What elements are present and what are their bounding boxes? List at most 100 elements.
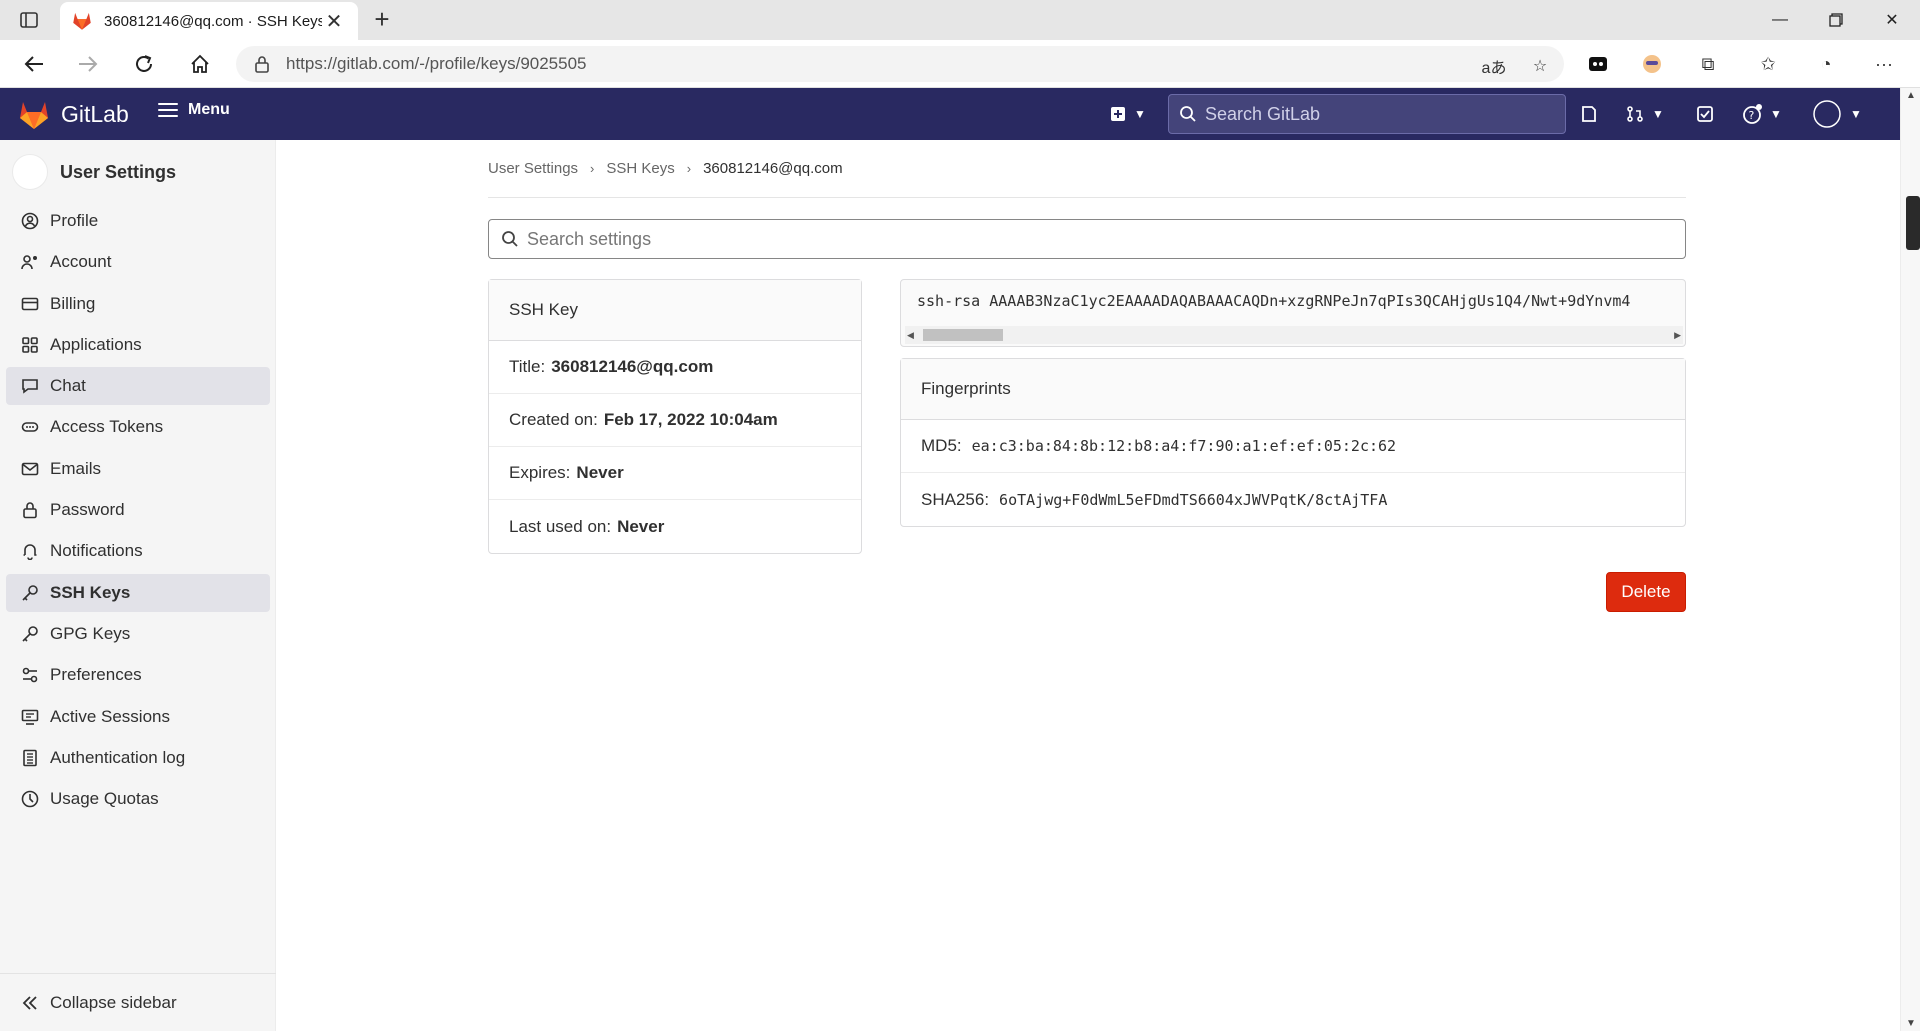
account-icon xyxy=(20,252,40,272)
sidebar-header[interactable]: User Settings xyxy=(12,154,176,190)
sidebar-item-label: Preferences xyxy=(50,665,142,685)
avatar xyxy=(12,154,48,190)
sidebar-item-usage-quotas[interactable]: Usage Quotas xyxy=(6,780,270,818)
sidebar-item-preferences[interactable]: Preferences xyxy=(6,656,270,694)
sidebar-item-ssh-keys[interactable]: SSH Keys xyxy=(6,573,270,612)
minimize-icon[interactable]: — xyxy=(1752,0,1808,40)
ssh-key-card-heading: SSH Key xyxy=(489,280,861,341)
home-icon[interactable] xyxy=(182,48,218,80)
double-chevron-left-icon xyxy=(20,993,40,1013)
sidebar-item-access-tokens[interactable]: Access Tokens xyxy=(6,408,270,446)
new-tab-icon[interactable]: + xyxy=(368,6,396,34)
browser-toolbar: https://gitlab.com/-/profile/keys/902550… xyxy=(0,40,1920,88)
ssh-key-created-row: Created on: Feb 17, 2022 10:04am xyxy=(489,394,861,447)
back-icon[interactable] xyxy=(16,48,52,80)
favorites-icon[interactable]: ✩ xyxy=(1752,50,1784,78)
sidebar-item-label: Usage Quotas xyxy=(50,789,159,809)
browser-profile-icon[interactable]: ◔ xyxy=(1810,50,1842,78)
divider xyxy=(488,197,1686,198)
sidebar-item-label: Account xyxy=(50,252,112,272)
sidebar-item-gpg-keys[interactable]: GPG Keys xyxy=(6,615,270,653)
issues-icon[interactable] xyxy=(1580,100,1598,128)
chevron-right-icon: › xyxy=(590,161,595,176)
sidebar-item-applications[interactable]: Applications xyxy=(6,326,270,364)
scrollbar-thumb[interactable] xyxy=(923,329,1003,341)
md5-value: ea:c3:ba:84:8b:12:b8:a4:f7:90:a1:ef:ef:0… xyxy=(971,437,1397,455)
tab-close-icon[interactable]: ✕ xyxy=(322,9,346,34)
tab-actions-icon[interactable] xyxy=(14,8,44,32)
sidebar-item-label: Access Tokens xyxy=(50,417,164,437)
hamburger-icon xyxy=(158,103,178,117)
sha256-label: SHA256: xyxy=(921,489,990,509)
quota-icon xyxy=(20,789,40,809)
refresh-icon[interactable] xyxy=(126,48,162,80)
public-key-box[interactable]: ssh-rsa AAAAB3NzaC1yc2EAAAADAQABAAACAQDn… xyxy=(900,279,1686,347)
key-icon xyxy=(20,624,40,644)
sidebar-item-label: Billing xyxy=(50,293,96,313)
sidebar-item-notifications[interactable]: Notifications xyxy=(6,532,270,570)
tab-title: 360812146@qq.com · SSH Keys xyxy=(104,12,322,30)
browser-tab-active[interactable]: 360812146@qq.com · SSH Keys ✕ xyxy=(60,2,358,40)
merge-requests-icon[interactable]: ▼ xyxy=(1626,100,1664,128)
extensions-puzzle-icon[interactable]: ⧉ xyxy=(1692,50,1724,78)
monitor-icon xyxy=(20,707,40,727)
scroll-up-icon[interactable]: ▲ xyxy=(1906,90,1916,101)
page-scrollbar-thumb[interactable] xyxy=(1906,196,1920,250)
created-label: Created on: xyxy=(509,410,598,429)
gitlab-search-input[interactable]: Search GitLab xyxy=(1168,94,1566,134)
sidebar-item-label: Applications xyxy=(50,334,142,354)
read-aloud-icon[interactable]: aあ xyxy=(1480,52,1508,80)
title-value: 360812146@qq.com xyxy=(551,357,714,376)
horizontal-scrollbar[interactable]: ◀ ▶ xyxy=(905,326,1683,344)
sidebar-item-label: Authentication log xyxy=(50,747,186,767)
restore-icon[interactable] xyxy=(1808,0,1864,40)
todos-icon[interactable] xyxy=(1696,100,1714,128)
chat-icon xyxy=(20,376,40,396)
sidebar-item-billing[interactable]: Billing xyxy=(6,285,270,323)
window-close-icon[interactable]: ✕ xyxy=(1864,0,1920,40)
sidebar-item-label: Chat xyxy=(50,376,86,396)
settings-search-input[interactable]: Search settings xyxy=(488,219,1686,259)
collapse-sidebar-button[interactable]: Collapse sidebar xyxy=(0,973,276,1031)
expires-value: Never xyxy=(576,463,624,482)
sidebar-item-account[interactable]: Account xyxy=(6,243,270,281)
scroll-down-icon[interactable]: ▼ xyxy=(1906,1018,1916,1029)
ssh-key-card: SSH Key Title: 360812146@qq.com Created … xyxy=(488,279,862,554)
add-favorite-icon[interactable]: ☆ xyxy=(1526,52,1554,80)
sidebar-item-authentication-log[interactable]: Authentication log xyxy=(6,739,270,777)
sidebar-item-profile[interactable]: Profile xyxy=(6,202,270,240)
breadcrumb-user-settings[interactable]: User Settings xyxy=(488,160,578,177)
svg-text:?: ? xyxy=(1749,109,1755,122)
sidebar-item-label: GPG Keys xyxy=(50,623,131,643)
page-scrollbar[interactable]: ▲ ▼ xyxy=(1900,88,1920,1031)
breadcrumb-ssh-keys[interactable]: SSH Keys xyxy=(606,160,674,177)
user-avatar-icon[interactable]: ▼ xyxy=(1812,100,1862,128)
breadcrumb-current[interactable]: 360812146@qq.com xyxy=(703,160,843,177)
billing-icon xyxy=(20,294,40,314)
last-used-value: Never xyxy=(617,516,665,536)
forward-icon[interactable] xyxy=(70,48,106,80)
more-options-icon[interactable]: ··· xyxy=(1868,50,1900,78)
created-value: Feb 17, 2022 10:04am xyxy=(603,410,778,429)
ssh-key-title-row: Title: 360812146@qq.com xyxy=(489,341,861,394)
preferences-icon xyxy=(20,665,40,685)
sidebar-item-emails[interactable]: Emails xyxy=(6,450,270,488)
sidebar-title: User Settings xyxy=(60,161,177,182)
scroll-left-icon[interactable]: ◀ xyxy=(907,330,914,341)
profile-extension-icon[interactable] xyxy=(1636,50,1668,78)
gitlab-brand[interactable]: GitLab xyxy=(61,101,129,128)
applications-icon xyxy=(20,335,40,355)
delete-button[interactable]: Delete xyxy=(1606,572,1686,612)
gitlab-logo-icon[interactable] xyxy=(18,100,50,130)
gitlab-favicon-icon xyxy=(73,12,91,30)
sidebar-item-password[interactable]: Password xyxy=(6,491,270,529)
address-bar[interactable]: https://gitlab.com/-/profile/keys/902550… xyxy=(236,46,1564,82)
help-icon[interactable]: ? ▼ xyxy=(1742,100,1782,128)
extension-icon[interactable] xyxy=(1582,50,1614,78)
lock-icon xyxy=(255,56,269,73)
menu-button[interactable]: Menu xyxy=(158,101,230,119)
sidebar-item-chat[interactable]: Chat xyxy=(6,367,270,406)
scroll-right-icon[interactable]: ▶ xyxy=(1674,330,1681,341)
sidebar-item-active-sessions[interactable]: Active Sessions xyxy=(6,698,270,736)
new-item-dropdown-icon[interactable]: ▼ xyxy=(1110,100,1146,128)
